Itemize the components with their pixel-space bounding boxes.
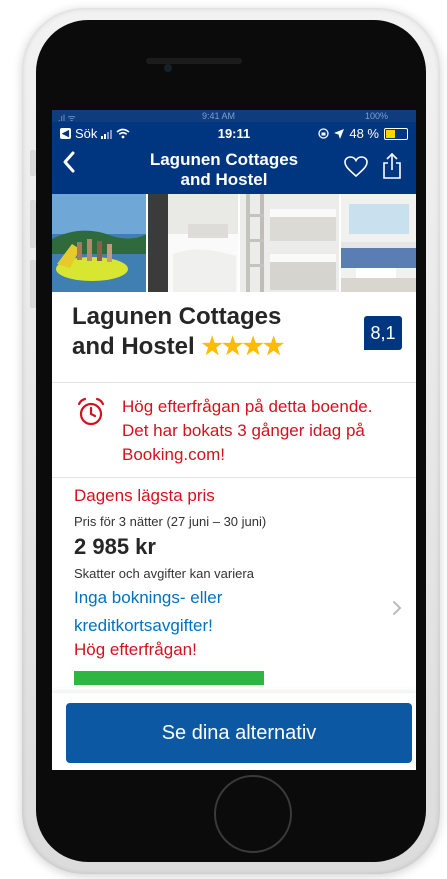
review-score-badge[interactable]: 8,1 <box>364 316 402 350</box>
price-section[interactable]: Dagens lägsta pris Pris för 3 nätter (27… <box>52 478 416 693</box>
nights-label: Pris för 3 nätter (27 juni – 30 juni) <box>74 514 267 529</box>
front-camera <box>164 64 172 72</box>
hotel-header: Lagunen Cottages and Hostel ★★★★ 8,1 <box>52 292 416 383</box>
high-demand-message: Hög efterfrågan på detta boende. Det har… <box>122 397 373 464</box>
star-rating: ★★★★ <box>201 333 284 360</box>
ghost-time: 9:41 AM <box>202 111 236 121</box>
hotel-name-line2: and Hostel <box>72 333 195 360</box>
bunkbed-photo[interactable] <box>239 194 340 292</box>
back-button[interactable] <box>62 150 76 180</box>
lowest-price-label: Dagens lägsta pris <box>74 486 215 505</box>
battery-icon <box>384 127 408 140</box>
chevron-right-icon[interactable] <box>392 600 402 621</box>
location-arrow-icon <box>334 128 345 139</box>
bottom-bar: Se dina alternativ <box>52 693 416 770</box>
price-amount: 2 985 kr <box>74 534 156 559</box>
header-title-line2: and Hostel <box>180 170 268 189</box>
lock-rotation-icon <box>318 128 330 139</box>
hotel-name-line1: Lagunen Cottages <box>72 303 282 330</box>
living-room-photo[interactable] <box>341 194 416 292</box>
high-demand-alert: Hög efterfrågan på detta boende. Det har… <box>52 385 416 478</box>
high-demand-label: Hög efterfrågan! <box>74 640 197 659</box>
header-title-line1: Lagunen Cottages <box>149 150 299 169</box>
battery-percent: 48 % <box>349 126 379 141</box>
speaker-grille <box>146 58 242 64</box>
no-fees-label: Inga boknings- eller kreditkortsavgifter… <box>74 588 223 635</box>
see-options-button[interactable]: Se dina alternativ <box>66 703 412 763</box>
ghost-battery: 100% <box>364 111 388 121</box>
chevron-left-icon[interactable] <box>62 150 76 174</box>
app-header: Lagunen Cottages and Hostel <box>52 144 416 194</box>
photo-gallery[interactable] <box>52 194 416 292</box>
app-screen: .ıl ᯤ 9:41 AM 100% ◀ Sök 19:11 48 % Lagu… <box>52 110 416 770</box>
status-bar: ◀ Sök 19:11 48 % <box>52 122 416 144</box>
taxes-note: Skatter och avgifter kan variera <box>74 566 254 581</box>
alarm-clock-icon <box>76 397 106 432</box>
share-button[interactable] <box>382 152 402 185</box>
hotel-name: Lagunen Cottages and Hostel ★★★★ <box>72 302 322 362</box>
pool-photo[interactable] <box>52 194 147 292</box>
home-button[interactable] <box>214 775 292 853</box>
share-icon[interactable] <box>382 152 402 180</box>
header-title: Lagunen Cottages and Hostel <box>112 150 336 190</box>
favorite-button[interactable] <box>344 156 368 183</box>
heart-icon[interactable] <box>344 156 368 178</box>
bedroom-photo[interactable] <box>148 194 238 292</box>
green-badge <box>74 671 264 685</box>
